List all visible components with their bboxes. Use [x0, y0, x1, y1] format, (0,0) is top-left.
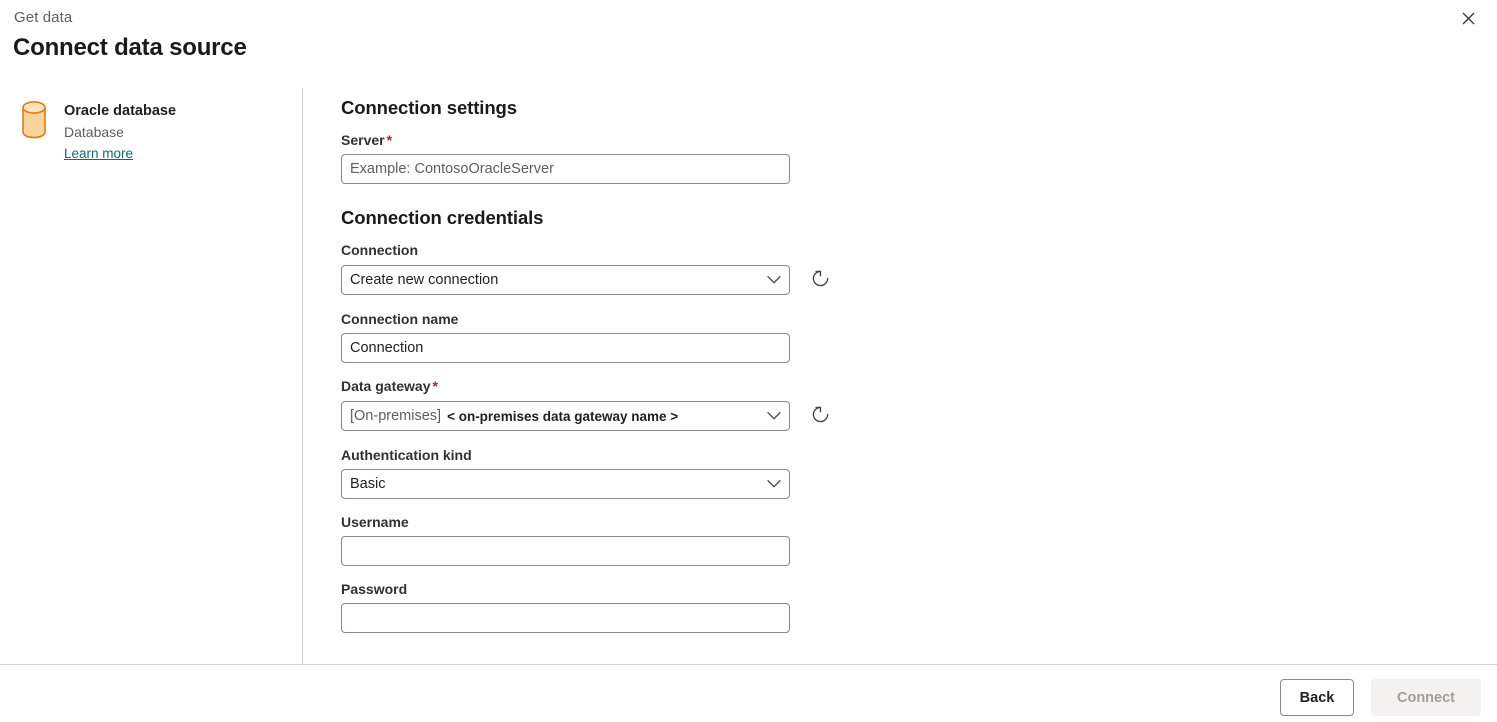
- connection-dropdown[interactable]: Create new connection: [341, 265, 790, 295]
- username-input[interactable]: [341, 536, 790, 566]
- chevron-down-icon: [767, 412, 781, 421]
- server-label: Server *: [341, 130, 861, 150]
- back-button[interactable]: Back: [1280, 679, 1354, 716]
- connection-name-label: Connection name: [341, 311, 459, 327]
- connection-settings-heading: Connection settings: [341, 97, 517, 118]
- data-gateway-label: Data gateway *: [341, 376, 861, 396]
- data-gateway-prefix: [On-premises]: [350, 408, 442, 424]
- refresh-connections-button[interactable]: [804, 264, 836, 296]
- authentication-kind-field-row: Basic: [341, 469, 861, 499]
- password-field-row: [341, 603, 861, 633]
- chevron-down-icon: [767, 480, 781, 489]
- connection-name-input[interactable]: [341, 333, 790, 363]
- username-field-row: [341, 536, 861, 566]
- refresh-icon: [810, 268, 831, 292]
- connection-form-pane: Connection settings Server* Connection c…: [302, 88, 1497, 664]
- connect-button: Connect: [1371, 679, 1481, 716]
- learn-more-link[interactable]: Learn more: [64, 144, 133, 164]
- dialog-footer: Back Connect: [0, 665, 1497, 722]
- database-cylinder-icon: [16, 99, 52, 141]
- refresh-gateways-button[interactable]: [804, 400, 836, 432]
- source-sidebar: Oracle database Database Learn more: [0, 88, 302, 664]
- password-input[interactable]: [341, 603, 790, 633]
- connection-dropdown-value: Create new connection: [350, 272, 499, 288]
- refresh-icon: [810, 404, 831, 428]
- authentication-kind-label: Authentication kind: [341, 447, 472, 463]
- data-source-type: Database: [64, 124, 124, 140]
- data-gateway-label-text: Data gateway: [341, 378, 431, 394]
- page-title: Connect data source: [13, 34, 247, 61]
- chevron-down-icon: [767, 276, 781, 285]
- connection-field-row: Create new connection: [341, 264, 861, 296]
- username-label: Username: [341, 514, 409, 530]
- data-source-info: Oracle database Database Learn more: [64, 99, 176, 164]
- dialog-header: Get data Connect data source: [0, 0, 1497, 76]
- connection-form: Connection settings Server* Connection c…: [341, 88, 861, 633]
- server-label-text: Server: [341, 132, 385, 148]
- close-icon: [1462, 12, 1475, 28]
- data-gateway-required-marker: *: [432, 378, 438, 394]
- connection-name-field-row: [341, 333, 861, 363]
- authentication-kind-dropdown[interactable]: Basic: [341, 469, 790, 499]
- connection-label: Connection: [341, 242, 418, 258]
- server-input[interactable]: [341, 154, 790, 184]
- server-required-marker: *: [386, 132, 393, 148]
- data-gateway-name: < on-premises data gateway name >: [447, 408, 679, 424]
- authentication-kind-value: Basic: [350, 476, 386, 492]
- data-gateway-dropdown[interactable]: [On-premises] < on-premises data gateway…: [341, 401, 790, 431]
- data-gateway-field-row: [On-premises] < on-premises data gateway…: [341, 400, 861, 432]
- data-source-name: Oracle database: [64, 103, 177, 119]
- server-field-row: [341, 154, 861, 184]
- data-source-card: Oracle database Database Learn more: [16, 99, 176, 164]
- password-label: Password: [341, 581, 408, 597]
- close-button[interactable]: [1451, 4, 1485, 36]
- breadcrumb: Get data: [14, 9, 73, 26]
- connection-credentials-heading: Connection credentials: [341, 207, 544, 228]
